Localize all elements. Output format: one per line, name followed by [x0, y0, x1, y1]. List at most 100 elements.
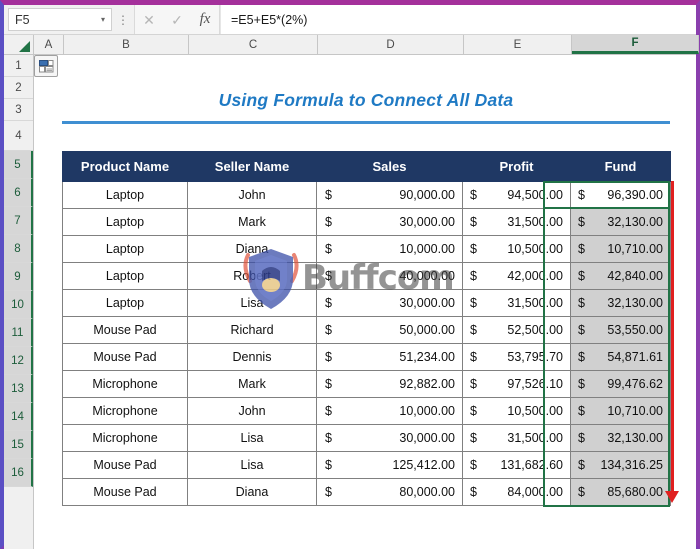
cell-seller[interactable]: Mark [187, 208, 317, 236]
column-header-a[interactable]: A [34, 35, 64, 54]
cell-fund[interactable]: $10,710.00 [570, 397, 671, 425]
row-header-16[interactable]: 16 [4, 459, 33, 487]
cell-sales[interactable]: $30,000.00 [316, 289, 463, 317]
row-header-13[interactable]: 13 [4, 375, 33, 403]
column-header-e[interactable]: E [464, 35, 572, 54]
cell-product[interactable]: Microphone [62, 424, 188, 452]
currency-symbol: $ [470, 431, 477, 445]
cell-profit[interactable]: $52,500.00 [462, 316, 571, 344]
cell-value: 32,130.00 [607, 431, 663, 445]
cell-product[interactable]: Mouse Pad [62, 478, 188, 506]
cell-product[interactable]: Laptop [62, 208, 188, 236]
cell-profit[interactable]: $31,500.00 [462, 208, 571, 236]
cell-seller[interactable]: Richard [187, 316, 317, 344]
row-header-1[interactable]: 1 [4, 55, 33, 77]
cell-sales[interactable]: $30,000.00 [316, 208, 463, 236]
row-header-12[interactable]: 12 [4, 347, 33, 375]
cell-seller[interactable]: Lisa [187, 289, 317, 317]
row-header-7[interactable]: 7 [4, 207, 33, 235]
cell-profit[interactable]: $10,500.00 [462, 235, 571, 263]
cell-product[interactable]: Laptop [62, 181, 188, 209]
cell-product[interactable]: Microphone [62, 397, 188, 425]
row-header-4[interactable]: 4 [4, 121, 33, 151]
cell-seller[interactable]: Robert [187, 262, 317, 290]
cell-fund[interactable]: $32,130.00 [570, 208, 671, 236]
cell-fund[interactable]: $32,130.00 [570, 424, 671, 452]
cell-fund[interactable]: $53,550.00 [570, 316, 671, 344]
cell-seller[interactable]: Mark [187, 370, 317, 398]
insert-function-icon[interactable]: fx [191, 12, 219, 27]
row-header-15[interactable]: 15 [4, 431, 33, 459]
cell-sales[interactable]: $92,882.00 [316, 370, 463, 398]
column-header-b[interactable]: B [64, 35, 189, 54]
formula-input[interactable]: =E5+E5*(2%) [220, 5, 696, 34]
worksheet-area[interactable]: Using Formula to Connect All Data Produc… [34, 55, 696, 549]
cell-product[interactable]: Microphone [62, 370, 188, 398]
cell-sales[interactable]: $125,412.00 [316, 451, 463, 479]
cell-sales[interactable]: $51,234.00 [316, 343, 463, 371]
row-header-11[interactable]: 11 [4, 319, 33, 347]
row-header-6[interactable]: 6 [4, 179, 33, 207]
cell-seller[interactable]: Diana [187, 478, 317, 506]
column-header-c[interactable]: C [189, 35, 318, 54]
row-headers: 1 2 3 4 5 6 7 8 9 10 11 12 13 14 15 16 [4, 55, 34, 549]
confirm-formula-icon[interactable]: ✓ [163, 13, 191, 27]
cell-seller[interactable]: Lisa [187, 424, 317, 452]
cell-profit[interactable]: $131,682.60 [462, 451, 571, 479]
more-options-icon[interactable]: ⋮ [112, 5, 134, 34]
cell-fund[interactable]: $85,680.00 [570, 478, 671, 506]
name-box[interactable]: F5 ▾ [8, 8, 112, 31]
cell-sales[interactable]: $30,000.00 [316, 424, 463, 452]
column-header-d[interactable]: D [318, 35, 464, 54]
cell-sales[interactable]: $40,000.00 [316, 262, 463, 290]
cell-value: 42,840.00 [607, 269, 663, 283]
row-header-9[interactable]: 9 [4, 263, 33, 291]
cancel-formula-icon[interactable]: ✕ [135, 13, 163, 27]
cell-product[interactable]: Mouse Pad [62, 316, 188, 344]
cell-profit[interactable]: $84,000.00 [462, 478, 571, 506]
cell-product[interactable]: Mouse Pad [62, 343, 188, 371]
row-header-2[interactable]: 2 [4, 77, 33, 99]
cell-fund[interactable]: $42,840.00 [570, 262, 671, 290]
cell-value: 50,000.00 [399, 323, 455, 337]
cell-fund[interactable]: $134,316.25 [570, 451, 671, 479]
autofill-options-button[interactable] [34, 55, 58, 77]
cell-profit[interactable]: $31,500.00 [462, 289, 571, 317]
cell-sales[interactable]: $10,000.00 [316, 397, 463, 425]
cell-profit[interactable]: $97,526.10 [462, 370, 571, 398]
cell-seller[interactable]: John [187, 397, 317, 425]
cell-profit[interactable]: $94,500.00 [462, 181, 571, 209]
cell-fund[interactable]: $99,476.62 [570, 370, 671, 398]
cell-value: 10,500.00 [507, 404, 563, 418]
cell-sales[interactable]: $10,000.00 [316, 235, 463, 263]
cell-profit[interactable]: $53,795.70 [462, 343, 571, 371]
cell-product[interactable]: Laptop [62, 235, 188, 263]
chevron-down-icon[interactable]: ▾ [101, 15, 105, 24]
currency-symbol: $ [470, 485, 477, 499]
cell-sales[interactable]: $50,000.00 [316, 316, 463, 344]
cell-profit[interactable]: $42,000.00 [462, 262, 571, 290]
select-all-button[interactable] [4, 35, 34, 54]
cell-fund[interactable]: $54,871.61 [570, 343, 671, 371]
row-header-14[interactable]: 14 [4, 403, 33, 431]
cell-fund[interactable]: $96,390.00 [570, 181, 671, 209]
cell-fund[interactable]: $32,130.00 [570, 289, 671, 317]
table-header: Product Name Seller Name Sales Profit Fund [62, 151, 671, 182]
cell-profit[interactable]: $31,500.00 [462, 424, 571, 452]
cell-fund[interactable]: $10,710.00 [570, 235, 671, 263]
row-header-8[interactable]: 8 [4, 235, 33, 263]
cell-product[interactable]: Laptop [62, 289, 188, 317]
cell-seller[interactable]: Lisa [187, 451, 317, 479]
cell-profit[interactable]: $10,500.00 [462, 397, 571, 425]
cell-product[interactable]: Mouse Pad [62, 451, 188, 479]
cell-product[interactable]: Laptop [62, 262, 188, 290]
cell-seller[interactable]: John [187, 181, 317, 209]
row-header-10[interactable]: 10 [4, 291, 33, 319]
column-header-f[interactable]: F [572, 35, 699, 54]
cell-sales[interactable]: $80,000.00 [316, 478, 463, 506]
row-header-3[interactable]: 3 [4, 99, 33, 121]
cell-sales[interactable]: $90,000.00 [316, 181, 463, 209]
cell-seller[interactable]: Dennis [187, 343, 317, 371]
cell-seller[interactable]: Diana [187, 235, 317, 263]
row-header-5[interactable]: 5 [4, 151, 33, 179]
